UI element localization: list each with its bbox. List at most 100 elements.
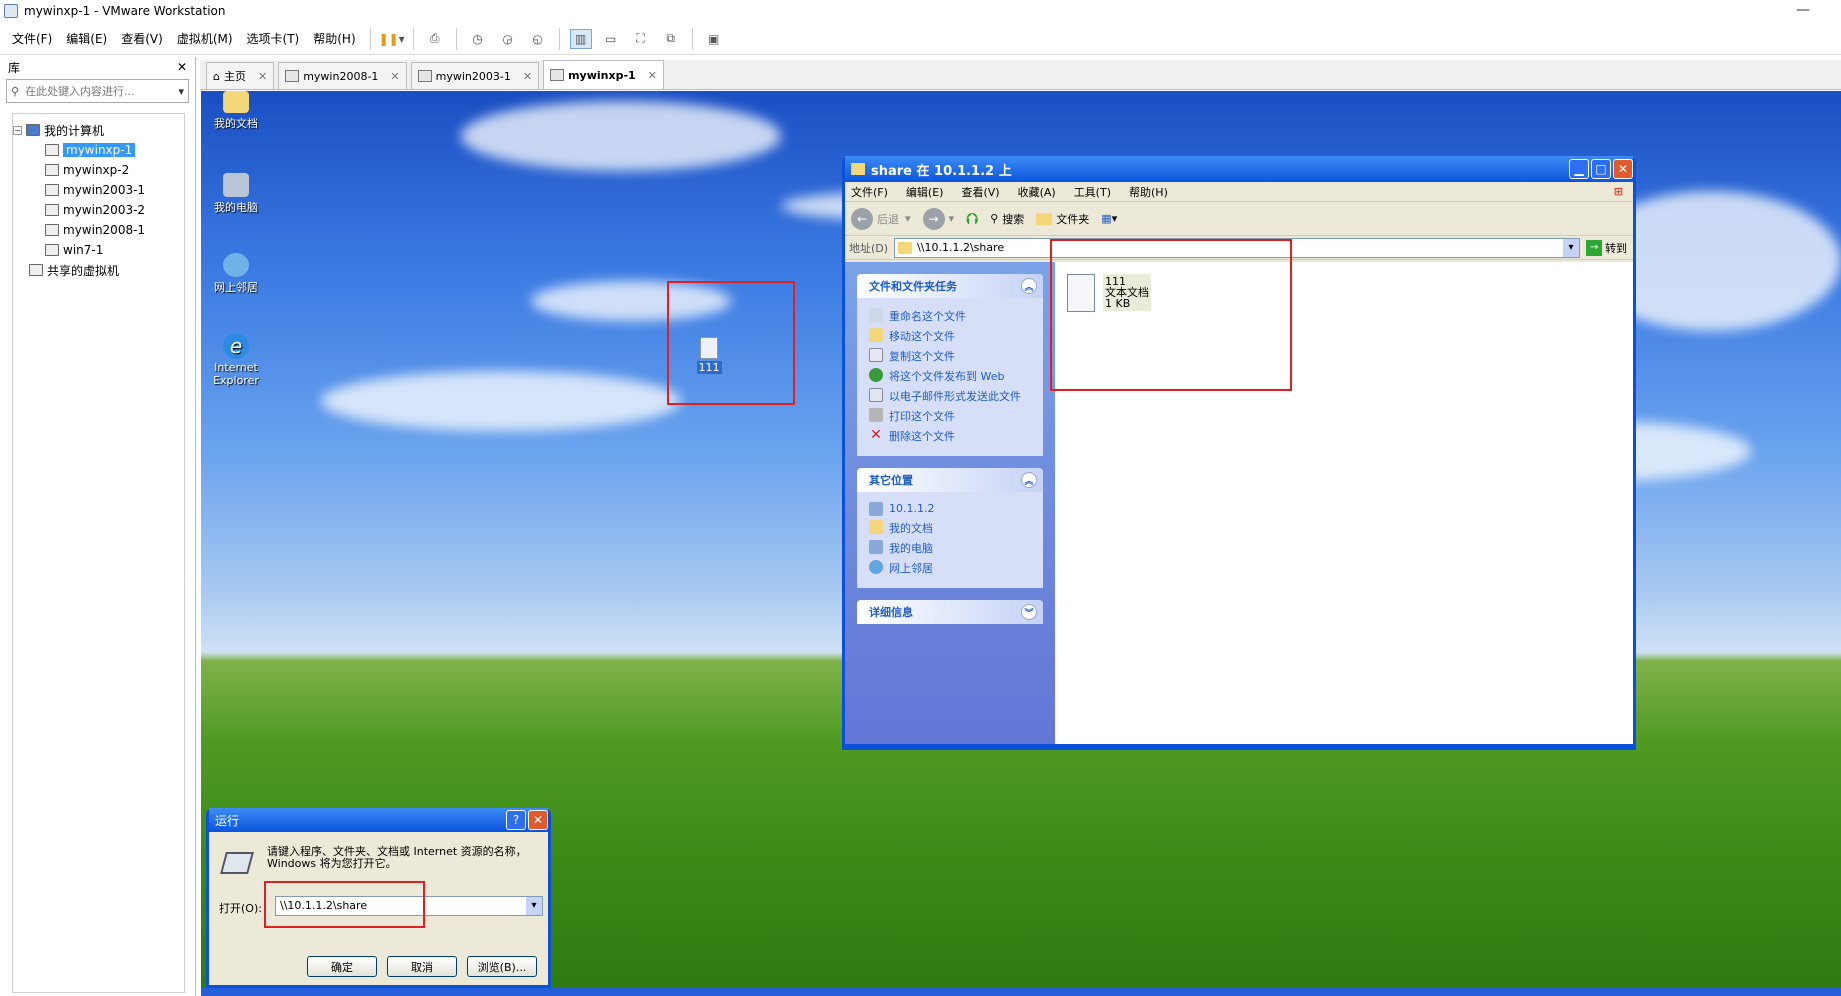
close-icon[interactable]: ✕ [523,70,532,83]
task-rename[interactable]: 重命名这个文件 [869,308,1033,324]
tab-mywin2003-1[interactable]: mywin2003-1 ✕ [410,62,540,89]
library-close-button[interactable]: ✕ [177,60,187,74]
desktop-icon-network[interactable]: 网上邻居 [201,253,271,295]
tree-item-shared[interactable]: 共享的虚拟机 [13,260,184,280]
go-button[interactable]: → 转到 [1586,239,1627,256]
menu-help[interactable]: 帮助(H) [1129,184,1168,200]
run-title: 运行 [215,813,240,828]
tree-item-vm[interactable]: mywin2003-2 [13,200,184,220]
tree-item-my-computer[interactable]: − 我的计算机 [13,120,184,140]
send-keys-icon[interactable]: ⎙ [424,29,446,49]
task-publish[interactable]: 将这个文件发布到 Web [869,368,1033,384]
menu-tabs[interactable]: 选项卡(T) [241,30,306,47]
menu-tools[interactable]: 工具(T) [1074,184,1111,200]
views-button[interactable]: ▦ ▾ [1101,212,1117,225]
place-my-computer[interactable]: 我的电脑 [869,540,1033,556]
menu-favorites[interactable]: 收藏(A) [1018,184,1056,200]
vm-icon [45,164,59,176]
folders-button[interactable]: 文件夹 [1036,211,1089,227]
task-email[interactable]: 以电子邮件形式发送此文件 [869,388,1033,404]
minimize-button[interactable]: ▁ [1569,159,1589,179]
pause-icon[interactable]: ❚❚ ▾ [379,29,405,49]
revert-snapshot-icon[interactable]: ◶ [497,29,519,49]
unity-icon[interactable]: ⧉ [660,29,682,49]
fullscreen-icon[interactable]: ⛶ [630,29,652,49]
close-button[interactable]: ✕ [1613,159,1633,179]
console-view-icon[interactable]: ▣ [703,29,725,49]
place-label: 10.1.1.2 [889,502,935,515]
up-button[interactable]: ⮉ [966,209,978,229]
tree-item-label: mywinxp-2 [63,163,130,177]
place-network[interactable]: 网上邻居 [869,560,1033,576]
ok-button[interactable]: 确定 [307,956,377,977]
panel-header[interactable]: 其它位置 ︽ [857,468,1043,492]
separator [691,27,693,50]
task-move[interactable]: 移动这个文件 [869,328,1033,344]
tree-item-vm[interactable]: win7-1 [13,240,184,260]
chevron-down-icon[interactable]: ▾ [526,897,542,915]
menu-file[interactable]: 文件(F) [851,184,888,200]
task-print[interactable]: 打印这个文件 [869,408,1033,424]
snapshot-icon[interactable]: ◷ [467,29,489,49]
separator [455,27,457,50]
collapse-icon[interactable]: − [13,125,22,135]
desktop-icon-label: 网上邻居 [214,281,258,294]
collapse-icon[interactable]: ︽ [1021,278,1037,294]
task-copy[interactable]: 复制这个文件 [869,348,1033,364]
vm-icon [45,244,59,256]
place-server[interactable]: 10.1.1.2 [869,502,1033,516]
search-button[interactable]: ⚲ 搜索 [990,211,1024,227]
place-my-documents[interactable]: 我的文档 [869,520,1033,536]
collapse-icon[interactable]: ︽ [1021,472,1037,488]
desktop-icon-my-documents[interactable]: 我的文档 [201,91,271,131]
forward-button[interactable]: → ▾ [922,207,954,230]
back-button[interactable]: ← 后退 ▾ [851,207,911,230]
show-library-icon[interactable]: ▥ [569,28,592,49]
panel-header[interactable]: 文件和文件夹任务 ︽ [857,274,1043,298]
cancel-button[interactable]: 取消 [387,956,457,977]
explorer-title-bar: share 在 10.1.1.2 上 ▁ □ ✕ [845,156,1633,182]
menu-file[interactable]: 文件(F) [6,30,58,47]
maximize-button[interactable]: □ [1591,159,1611,179]
desktop-icon-label: 我的文档 [214,117,258,130]
tab-mywin2008-1[interactable]: mywin2008-1 ✕ [278,62,407,89]
task-delete[interactable]: ✕ 删除这个文件 [869,428,1033,444]
tree-item-vm[interactable]: mywin2003-1 [13,180,184,200]
expand-icon[interactable]: ︾ [1021,604,1037,620]
minimize-button[interactable]: — [1780,0,1826,22]
tab-home[interactable]: ⌂ 主页 ✕ [206,62,275,89]
close-icon[interactable]: ✕ [258,70,267,83]
thumbnail-bar-icon[interactable]: ▭ [600,29,622,49]
tree-item-vm[interactable]: mywinxp-2 [13,160,184,180]
search-label: 搜索 [1002,212,1025,226]
desktop-icon-my-computer[interactable]: 我的电脑 [201,173,271,215]
desktop-icon-ie[interactable]: e Internet Explorer [201,333,271,387]
close-icon[interactable]: ✕ [648,69,657,82]
browse-button[interactable]: 浏览(B)... [467,956,537,977]
close-icon[interactable]: ✕ [390,70,399,83]
views-icon: ▦ [1101,212,1112,225]
vm-icon [45,224,59,236]
tab-mywinxp-1[interactable]: mywinxp-1 ✕ [543,60,664,89]
menu-vm[interactable]: 虚拟机(M) [171,30,239,47]
menu-bar: 文件(F) 编辑(E) 查看(V) 虚拟机(M) 选项卡(T) 帮助(H) ❚❚… [0,23,1841,55]
vm-icon [285,70,300,82]
menu-view[interactable]: 查看(V) [961,184,999,200]
cloud [461,101,781,171]
tree-item-vm[interactable]: mywin2008-1 [13,220,184,240]
menu-edit[interactable]: 编辑(E) [906,184,944,200]
chevron-down-icon[interactable]: ▾ [1563,238,1580,257]
file-tasks-panel: 文件和文件夹任务 ︽ 重命名这个文件 移动这个文件 复制这个文件 将这个文件发布… [857,274,1043,456]
menu-view[interactable]: 查看(V) [115,30,169,47]
tree-item-vm[interactable]: mywinxp-1 [13,140,184,160]
menu-edit[interactable]: 编辑(E) [60,30,113,47]
folder-icon [869,520,883,534]
vm-icon [45,184,59,196]
chevron-down-icon[interactable]: ▾ [178,85,184,98]
snapshot-manager-icon[interactable]: ◵ [527,29,549,49]
panel-header[interactable]: 详细信息 ︾ [857,600,1043,624]
menu-help[interactable]: 帮助(H) [307,30,361,47]
close-button[interactable]: ✕ [528,810,548,830]
library-search-input[interactable]: ⚲ 在此处键入内容进行... ▾ [6,79,189,103]
help-button[interactable]: ? [506,810,526,830]
